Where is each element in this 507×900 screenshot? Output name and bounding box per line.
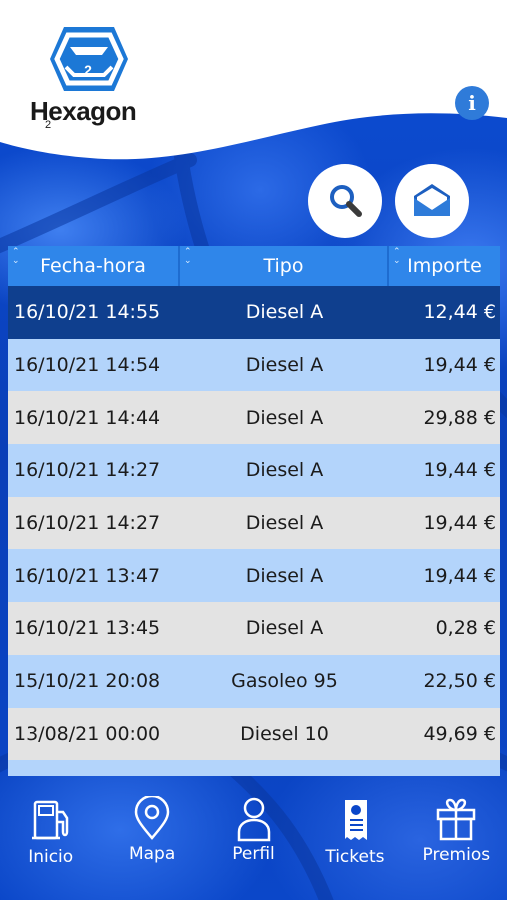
cell-importe: 22,50 € — [423, 670, 496, 693]
table-header: ⌃ ⌄ Fecha-hora ⌃ ⌄ Tipo ⌃ ⌄ Importe — [8, 246, 500, 286]
column-header-label: Importe — [407, 255, 482, 277]
brand-subscript: 2 — [45, 119, 52, 131]
cell-fecha: 16/10/21 14:55 — [14, 301, 161, 324]
nav-label: Premios — [422, 845, 491, 865]
map-pin-icon — [134, 796, 170, 840]
cell-tipo: Diesel 10 — [240, 722, 329, 745]
search-button[interactable] — [308, 164, 382, 238]
table-row[interactable]: 15/10/21 20:08 Gasoleo 95 22,50 € — [8, 654, 500, 708]
cell-tipo: Diesel A — [245, 564, 324, 587]
nav-label: Inicio — [28, 847, 74, 867]
envelope-open-icon — [414, 184, 450, 216]
cell-tipo: Diesel A — [245, 406, 324, 429]
ticket-icon — [344, 800, 367, 840]
nav-item-premios[interactable]: Premios — [406, 780, 507, 900]
table-row[interactable]: 16/10/21 14:54 Diesel A 19,44 € — [8, 338, 500, 392]
gift-icon — [437, 798, 476, 841]
nav-item-tickets[interactable]: Tickets — [304, 780, 405, 900]
cell-fecha: 13/08/21 00:00 — [14, 722, 161, 745]
sort-icon: ⌃ ⌄ — [12, 247, 20, 266]
sort-icon: ⌃ ⌄ — [393, 247, 401, 266]
cell-fecha: 16/10/21 14:27 — [14, 459, 161, 482]
table-row[interactable]: 16/10/21 14:27 Diesel A 19,44 € — [8, 444, 500, 497]
table-row[interactable]: 16/10/21 13:47 Diesel A 19,44 € — [8, 549, 500, 603]
nav-label: Tickets — [325, 847, 385, 867]
bottom-nav: Inicio Mapa Perfil Tickets Premios — [0, 780, 507, 900]
cell-importe: 12,44 € — [423, 301, 496, 324]
cell-importe: 19,44 € — [423, 459, 496, 482]
table-row-partial — [8, 760, 500, 776]
nav-item-mapa[interactable]: Mapa — [101, 780, 202, 900]
column-header-tipo[interactable]: ⌃ ⌄ Tipo — [180, 246, 389, 286]
cell-importe: 29,88 € — [423, 406, 496, 429]
svg-text:2: 2 — [84, 62, 92, 78]
hexagon-logo-icon: 2 — [50, 27, 128, 91]
user-icon — [237, 797, 270, 842]
info-button[interactable]: i — [455, 86, 489, 120]
nav-label: Perfil — [232, 844, 275, 864]
cell-importe: 0,28 € — [435, 617, 496, 640]
column-header-fecha[interactable]: ⌃ ⌄ Fecha-hora — [8, 246, 180, 286]
cell-importe: 19,44 € — [423, 564, 496, 587]
table-row[interactable]: 13/08/21 00:00 Diesel 10 49,69 € — [8, 707, 500, 761]
table-row[interactable]: 16/10/21 13:45 Diesel A 0,28 € — [8, 602, 500, 655]
nav-label: Mapa — [128, 844, 176, 864]
cell-importe: 19,44 € — [423, 354, 496, 377]
nav-item-inicio[interactable]: Inicio — [0, 780, 101, 900]
cell-fecha: 16/10/21 13:45 — [14, 617, 161, 640]
cell-tipo: Diesel A — [245, 459, 324, 482]
cell-importe: 19,44 € — [423, 512, 496, 535]
table-row[interactable]: 16/10/21 14:27 Diesel A 19,44 € — [8, 496, 500, 550]
cell-tipo: Gasoleo 95 — [231, 670, 338, 693]
cell-fecha: 16/10/21 13:47 — [14, 564, 161, 587]
sort-icon: ⌃ ⌄ — [184, 247, 192, 266]
column-header-importe[interactable]: ⌃ ⌄ Importe — [389, 246, 500, 286]
cell-fecha: 16/10/21 14:44 — [14, 406, 161, 429]
cell-fecha: 16/10/21 14:27 — [14, 512, 161, 535]
cell-fecha: 16/10/21 14:54 — [14, 354, 161, 377]
fuel-pump-icon — [31, 800, 68, 840]
search-icon — [330, 185, 362, 217]
table-row[interactable]: 16/10/21 14:44 Diesel A 29,88 € — [8, 391, 500, 445]
cell-tipo: Diesel A — [245, 301, 324, 324]
table-row[interactable]: 16/10/21 14:55 Diesel A 12,44 € — [8, 286, 500, 339]
messages-button[interactable] — [395, 164, 469, 238]
cell-fecha: 15/10/21 20:08 — [14, 670, 161, 693]
column-header-label: Tipo — [263, 255, 304, 277]
cell-tipo: Diesel A — [245, 617, 324, 640]
cell-importe: 49,69 € — [423, 722, 496, 745]
cell-tipo: Diesel A — [245, 512, 324, 535]
cell-tipo: Diesel A — [245, 354, 324, 377]
tickets-table: ⌃ ⌄ Fecha-hora ⌃ ⌄ Tipo ⌃ ⌄ Importe 16/10/2… — [8, 246, 500, 776]
column-header-label: Fecha-hora — [40, 255, 146, 277]
nav-item-perfil[interactable]: Perfil — [203, 780, 304, 900]
